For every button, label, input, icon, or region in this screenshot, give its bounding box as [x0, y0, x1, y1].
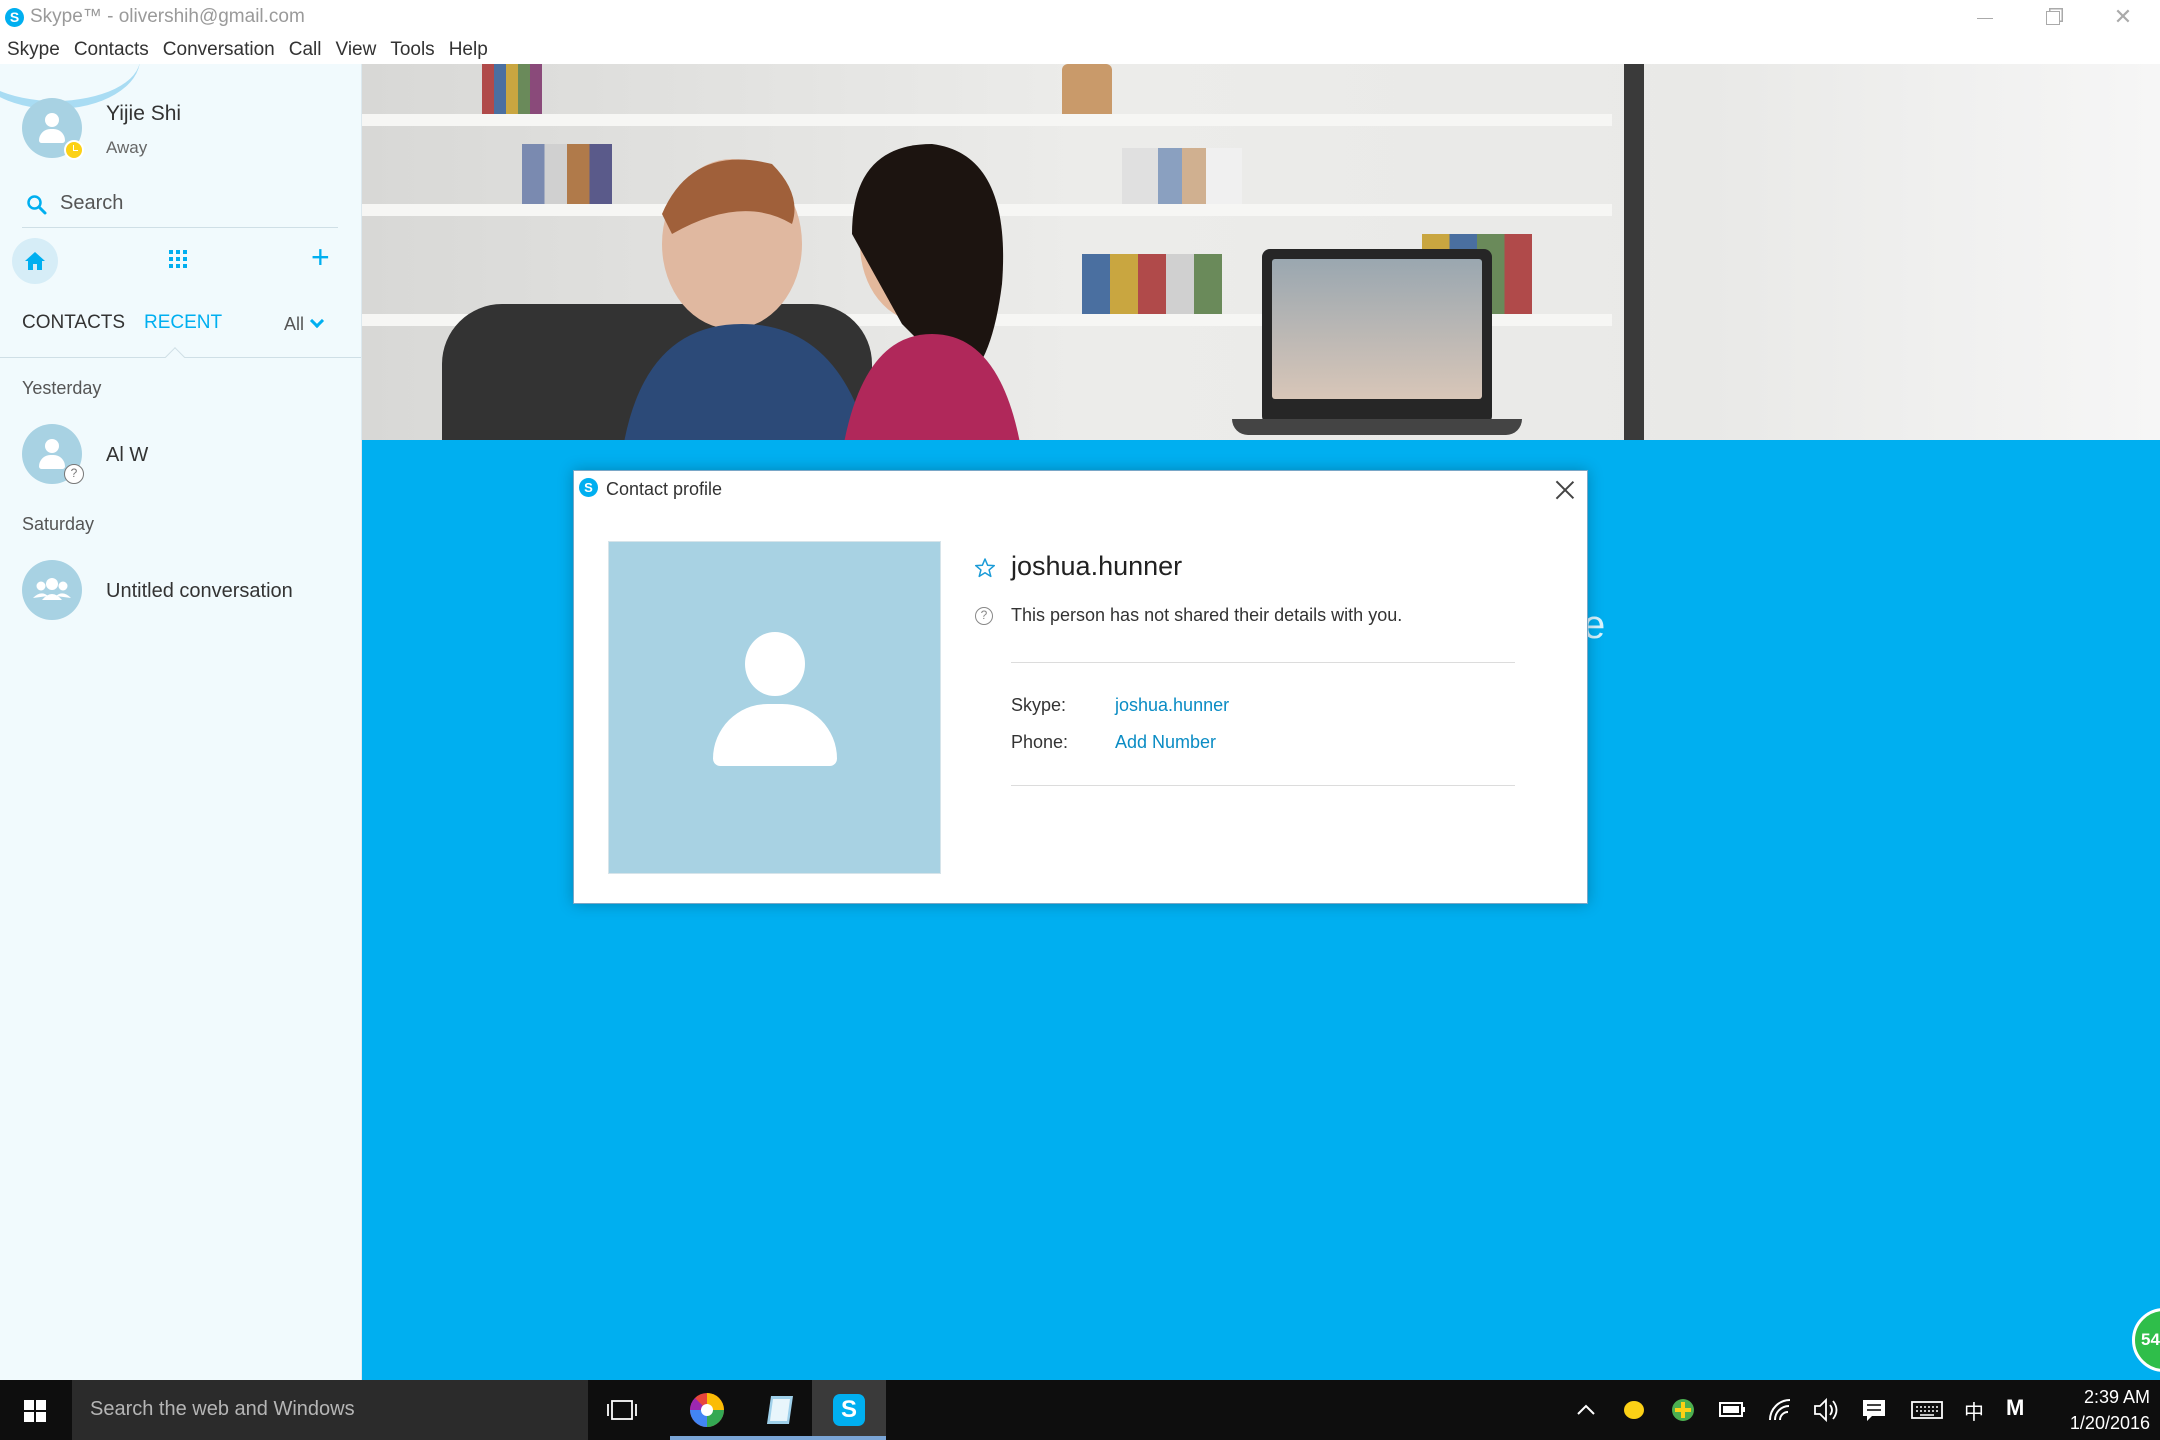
menu-contacts[interactable]: Contacts	[74, 39, 149, 61]
chevron-down-icon	[309, 313, 325, 329]
tab-recent[interactable]: RECENT	[144, 312, 222, 334]
add-number-link[interactable]: Add Number	[1115, 732, 1216, 753]
contact-display-name: joshua.hunner	[1011, 551, 1183, 581]
taskbar-search-placeholder: Search the web and Windows	[90, 1398, 355, 1420]
divider	[1011, 662, 1515, 663]
home-icon	[25, 252, 45, 270]
add-icon[interactable]: +	[311, 241, 330, 273]
menu-tools[interactable]: Tools	[390, 39, 434, 61]
taskbar-search-box[interactable]: Search the web and Windows	[72, 1380, 588, 1440]
ime-language-indicator[interactable]: 中	[1964, 1396, 1984, 1440]
sidebar-nav: +	[0, 234, 361, 290]
home-button[interactable]	[12, 238, 58, 284]
filter-value: All	[284, 314, 305, 334]
sidebar: Yijie Shi Away Search + CONTACTS RECENT …	[0, 64, 362, 1380]
divider	[1011, 785, 1515, 786]
active-tab-pointer	[165, 347, 185, 367]
menu-help[interactable]: Help	[449, 39, 488, 61]
skype-field-label: Skype:	[1011, 695, 1067, 715]
volume-icon[interactable]	[1812, 1380, 1840, 1440]
colorful-app-icon	[690, 1393, 724, 1427]
contact-profile-dialog: S Contact profile joshua.hunner ? This p…	[573, 470, 1588, 904]
skype-id-link[interactable]: joshua.hunner	[1115, 695, 1229, 716]
taskbar: Search the web and Windows S 中 M 2:39 AM…	[0, 1380, 2160, 1440]
menu-skype[interactable]: Skype	[7, 39, 60, 61]
start-button[interactable]	[0, 1380, 72, 1440]
group-avatar	[22, 560, 82, 620]
action-center-icon[interactable]	[1860, 1380, 1888, 1440]
title-bar: S Skype™ - olivershih@gmail.com ✕	[0, 0, 2160, 36]
my-display-name[interactable]: Yijie Shi	[106, 102, 181, 126]
search-label: Search	[60, 192, 124, 214]
favorite-star-icon[interactable]	[974, 557, 996, 579]
restore-button[interactable]	[2018, 0, 2088, 36]
search-box[interactable]: Search	[22, 184, 338, 228]
taskbar-app-notes[interactable]	[744, 1380, 818, 1440]
skype-logo-icon: S	[579, 478, 598, 497]
show-hidden-icons-icon[interactable]	[1574, 1380, 1598, 1440]
skype-logo-icon: S	[5, 8, 24, 27]
question-icon: ?	[975, 607, 993, 625]
unknown-status-icon: ?	[64, 464, 84, 484]
battery-icon[interactable]	[1718, 1380, 1746, 1440]
minimize-button[interactable]	[1950, 0, 2020, 36]
my-status-text[interactable]: Away	[106, 138, 147, 158]
hero-banner-image	[362, 64, 2160, 440]
window-title: Skype™ - olivershih@gmail.com	[30, 6, 305, 27]
privacy-notice: This person has not shared their details…	[1011, 605, 1403, 625]
menu-view[interactable]: View	[335, 39, 376, 61]
notepad-icon	[767, 1396, 793, 1424]
task-view-icon[interactable]	[606, 1398, 638, 1422]
tray-app-yellow-icon[interactable]	[1622, 1380, 1646, 1440]
close-window-button[interactable]: ✕	[2088, 0, 2158, 36]
search-icon	[27, 195, 47, 215]
group-label-yesterday: Yesterday	[22, 378, 102, 398]
menu-call[interactable]: Call	[289, 39, 322, 61]
group-icon	[33, 578, 71, 600]
profile-picture	[608, 541, 941, 874]
taskbar-app-chrome[interactable]	[670, 1380, 744, 1440]
skype-logo-icon: S	[833, 1394, 865, 1426]
dialog-title: Contact profile	[606, 479, 723, 499]
away-status-icon	[64, 140, 84, 160]
group-label-saturday: Saturday	[22, 514, 95, 534]
windows-logo-icon	[24, 1400, 46, 1422]
dialog-title-bar: S Contact profile	[574, 471, 1587, 509]
menu-bar: Skype Contacts Conversation Call View To…	[0, 36, 2160, 64]
keyboard-icon[interactable]	[1910, 1380, 1944, 1440]
phone-field-label: Phone:	[1011, 732, 1069, 752]
dialpad-icon[interactable]	[166, 248, 190, 272]
clock-date: 1/20/2016	[2069, 1413, 2150, 1433]
wifi-icon[interactable]	[1766, 1380, 1794, 1440]
tab-contacts[interactable]: CONTACTS	[22, 312, 125, 334]
filter-dropdown[interactable]: All	[284, 313, 325, 335]
ime-mode-indicator[interactable]: M	[2006, 1395, 2024, 1440]
menu-conversation[interactable]: Conversation	[163, 39, 275, 61]
clock-time: 2:39 AM	[2083, 1387, 2150, 1407]
tray-app-green-icon[interactable]	[1670, 1380, 1696, 1440]
conversation-name: Untitled conversation	[106, 580, 293, 602]
contact-name: Al W	[106, 444, 149, 466]
contacts-tabs: CONTACTS RECENT All	[0, 304, 361, 367]
taskbar-clock[interactable]: 2:39 AM 1/20/2016	[2040, 1384, 2150, 1436]
dialog-close-button[interactable]	[1554, 479, 1576, 501]
taskbar-app-skype[interactable]: S	[812, 1380, 886, 1440]
